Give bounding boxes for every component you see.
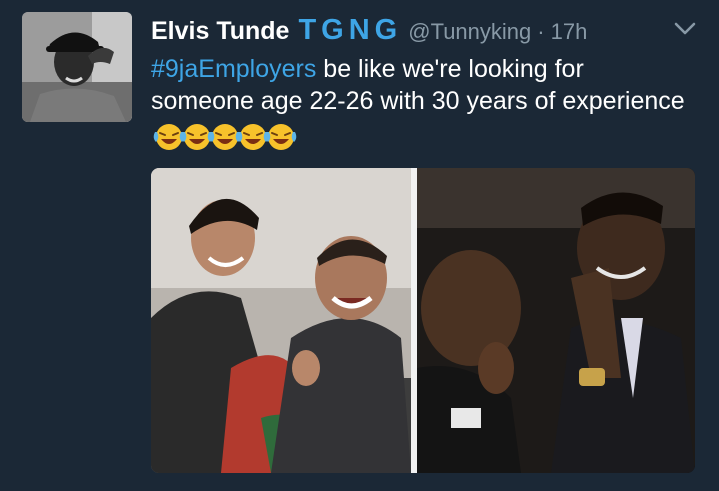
author-handle[interactable]: @Tunnyking: [408, 19, 531, 45]
tears-of-joy-emoji-icon: [265, 124, 297, 150]
media-panel-left: [151, 168, 411, 473]
panel-divider: [411, 168, 417, 473]
photo-collage: [151, 168, 695, 473]
tweet-text: #9jaEmployers be like we're looking for …: [151, 53, 691, 154]
timestamp[interactable]: 17h: [551, 19, 588, 45]
tweet-header: Elvis Tunde TGNG @Tunnyking · 17h: [151, 14, 587, 48]
chevron-down-icon[interactable]: [672, 18, 698, 38]
avatar-photo: [22, 12, 132, 122]
hashtag-link[interactable]: #9jaEmployers: [151, 55, 316, 83]
media-panel-right: [417, 168, 695, 473]
tweet-media[interactable]: [151, 168, 695, 473]
author-tag: TGNG: [298, 14, 403, 46]
avatar[interactable]: [22, 12, 132, 122]
separator-dot: ·: [537, 19, 545, 44]
author-name[interactable]: Elvis Tunde: [151, 17, 289, 46]
emoji-group: [152, 122, 297, 154]
